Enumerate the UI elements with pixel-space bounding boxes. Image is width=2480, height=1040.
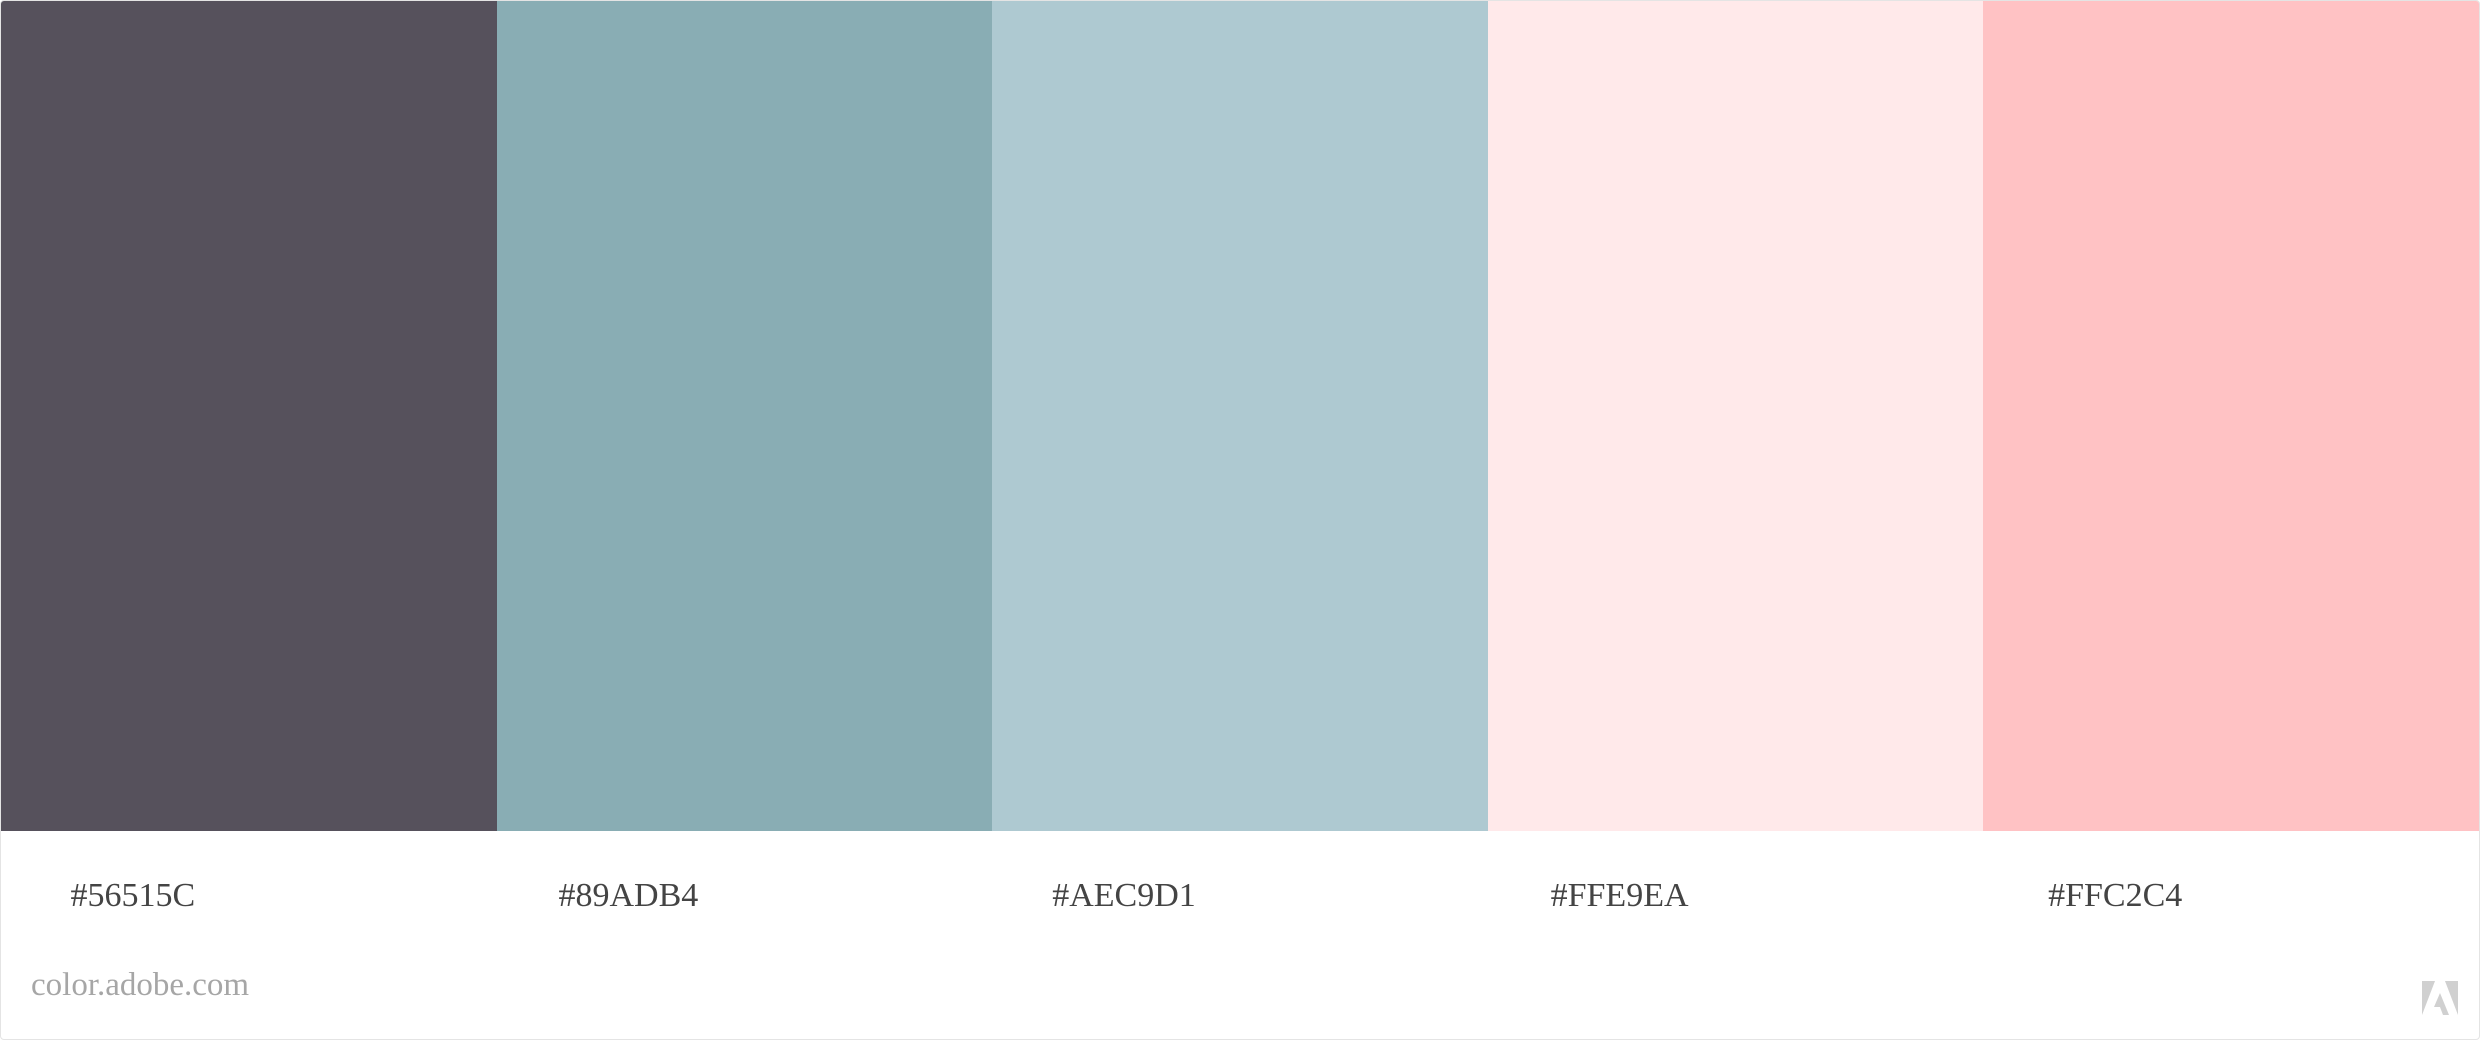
color-palette-card: #56515C #89ADB4 #AEC9D1 #FFE9EA #FFC2C4 … [0, 0, 2480, 1040]
color-swatch-5 [1983, 1, 2479, 831]
hex-code-label-4: #FFE9EA [1550, 877, 1689, 914]
hex-label-row: #56515C #89ADB4 #AEC9D1 #FFE9EA #FFC2C4 [1, 831, 2479, 961]
color-swatch-4 [1487, 1, 1984, 831]
hex-code-label-5: #FFC2C4 [2048, 877, 2183, 914]
source-attribution: color.adobe.com [31, 967, 250, 1003]
hex-code-label-2: #89ADB4 [558, 877, 699, 914]
hex-code-label-3: #AEC9D1 [1052, 877, 1196, 914]
color-swatch-1 [1, 1, 497, 831]
color-swatch-2 [496, 1, 993, 831]
color-swatch-3 [992, 1, 1488, 831]
swatch-row [1, 1, 2479, 831]
hex-code-label-1: #56515C [70, 877, 196, 914]
adobe-logo-icon [2422, 981, 2458, 1015]
